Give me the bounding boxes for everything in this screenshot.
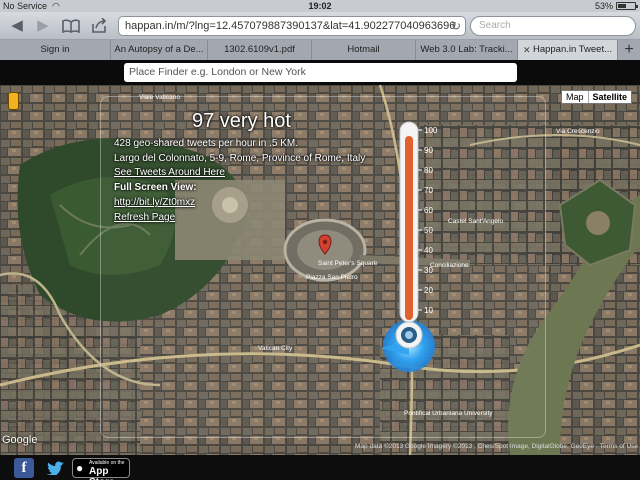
tab-label: An Autopsy of a De... — [114, 44, 204, 55]
thermometer-bulb-icon — [395, 321, 423, 349]
tab-label: Sign in — [40, 44, 70, 55]
battery-icon — [616, 2, 638, 10]
new-tab-button[interactable]: + — [618, 40, 640, 60]
place-finder-input[interactable]: Place Finder e.g. London or New York — [124, 63, 517, 82]
tab-label: Happan.in Tweet... — [532, 44, 613, 55]
tab-happanin[interactable]: ✕ Happan.in Tweet... — [518, 40, 618, 60]
thermometer-tick-label: 30 — [424, 266, 433, 275]
map-type-satellite-button[interactable]: Satellite — [587, 91, 632, 103]
tab-label: Web 3.0 Lab: Tracki... — [420, 44, 513, 55]
tab-hotmail[interactable]: Hotmail — [312, 40, 416, 60]
apple-icon: ● — [76, 461, 84, 475]
app-store-label: App Store — [89, 466, 115, 480]
tab-label: Hotmail — [347, 44, 380, 55]
page-content: Place Finder e.g. London or New York Sai… — [0, 60, 640, 455]
see-tweets-link[interactable]: See Tweets Around Here — [114, 167, 225, 178]
bottom-bar: f ● Available on the App Store — [0, 455, 640, 480]
thermometer-tick-label: 100 — [424, 126, 438, 135]
url-text: happan.in/m/?lng=12.457079887390137&lat=… — [125, 20, 456, 32]
battery-area: 53% — [594, 0, 638, 12]
map-type-control: Map Satellite — [561, 90, 633, 104]
share-icon[interactable] — [88, 16, 110, 36]
forward-icon[interactable]: ▶ — [32, 16, 54, 36]
thermometer-tick-label: 90 — [424, 146, 433, 155]
search-input[interactable]: Search — [470, 16, 636, 36]
refresh-page-link[interactable]: Refresh Page — [114, 212, 175, 223]
tab-sign-in[interactable]: Sign in — [0, 40, 111, 60]
status-bar: No Service ◠ 19:02 53% — [0, 0, 640, 12]
tab-pdf[interactable]: 1302.6109v1.pdf — [208, 40, 312, 60]
map-attribution[interactable]: Map data ©2013 Google Imagery ©2013 , Cn… — [355, 443, 638, 450]
thermometer-tick-label: 10 — [424, 306, 433, 315]
reload-icon[interactable]: ↻ — [451, 17, 461, 35]
battery-percent: 53% — [594, 1, 613, 11]
tweet-rate: 428 geo-shared tweets per hour in .5 KM. — [114, 138, 298, 149]
short-url-link[interactable]: http://bit.ly/Zt0mxz — [114, 197, 195, 208]
twitter-icon[interactable] — [44, 459, 68, 477]
street-view-pegman-icon[interactable] — [8, 92, 19, 110]
browser-toolbar: ◀ ▶ happan.in/m/?lng=12.457079887390137&… — [0, 12, 640, 40]
full-screen-label: Full Screen View: — [114, 182, 197, 193]
google-logo: Google — [2, 434, 38, 446]
map-label-via-crescenzio: Via Crescenzio — [556, 128, 600, 135]
tab-bar: Sign in An Autopsy of a De... 1302.6109v… — [0, 40, 640, 60]
url-bar[interactable]: happan.in/m/?lng=12.457079887390137&lat=… — [118, 16, 466, 36]
app-store-badge[interactable]: ● Available on the App Store — [72, 458, 130, 480]
tab-autopsy[interactable]: An Autopsy of a De... — [111, 40, 208, 60]
map-type-map-button[interactable]: Map — [562, 91, 588, 103]
temperature-reading: 97 very hot — [192, 110, 291, 132]
thermometer-mercury — [405, 136, 413, 320]
back-icon[interactable]: ◀ — [6, 16, 28, 36]
thermometer-tick-label: 50 — [424, 226, 433, 235]
facebook-icon[interactable]: f — [14, 458, 34, 478]
tab-label: 1302.6109v1.pdf — [224, 44, 295, 55]
close-icon[interactable]: ✕ — [523, 40, 531, 60]
thermometer-tick-label: 70 — [424, 186, 433, 195]
place-finder-bar: Place Finder e.g. London or New York — [0, 60, 640, 85]
thermometer-tick-label: 60 — [424, 206, 433, 215]
thermometer-tick-label: 80 — [424, 166, 433, 175]
bookmarks-icon[interactable] — [60, 16, 82, 36]
address-line: Largo del Colonnato, 5-9, Rome, Province… — [114, 153, 366, 164]
thermometer-tick-label: 40 — [424, 246, 433, 255]
tab-web30[interactable]: Web 3.0 Lab: Tracki... — [416, 40, 518, 60]
clock: 19:02 — [308, 1, 332, 11]
thermometer-tick-label: 20 — [424, 286, 433, 295]
